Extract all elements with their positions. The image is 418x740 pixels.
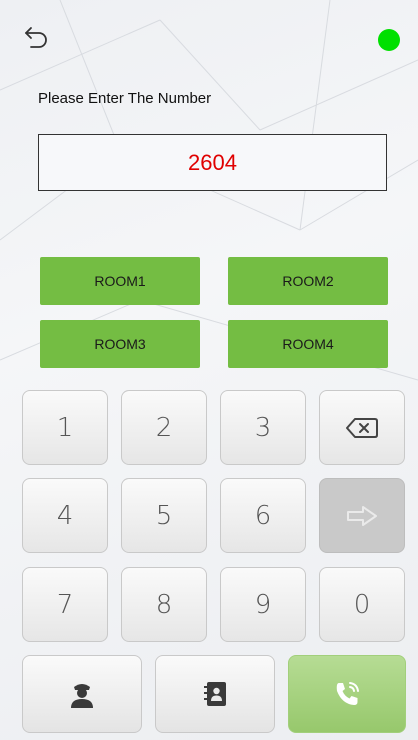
call-button[interactable] — [288, 655, 406, 733]
contacts-book-icon — [204, 682, 226, 706]
number-value: 2604 — [188, 149, 237, 175]
enter-key[interactable] — [319, 478, 405, 553]
key-5[interactable]: 5 — [121, 478, 207, 553]
room3-button[interactable]: ROOM3 — [40, 320, 200, 368]
key-4[interactable]: 4 — [22, 478, 108, 553]
arrow-right-icon — [347, 505, 377, 526]
key-2[interactable]: 2 — [121, 390, 207, 465]
backspace-key[interactable] — [319, 390, 405, 465]
key-9[interactable]: 9 — [220, 567, 306, 642]
key-1[interactable]: 1 — [22, 390, 108, 465]
back-arrow-icon[interactable] — [22, 24, 52, 50]
intercom-screen: Please Enter The Number 2604 ROOM1 ROOM2… — [0, 0, 418, 740]
room2-button[interactable]: ROOM2 — [228, 257, 388, 305]
prompt-label: Please Enter The Number — [38, 90, 212, 107]
backspace-icon — [346, 417, 378, 438]
room1-button[interactable]: ROOM1 — [40, 257, 200, 305]
call-security-button[interactable] — [22, 655, 142, 733]
key-7[interactable]: 7 — [22, 567, 108, 642]
key-0[interactable]: 0 — [319, 567, 405, 642]
status-indicator — [378, 29, 400, 51]
phone-call-icon — [336, 682, 359, 705]
security-guard-icon — [71, 684, 93, 708]
key-6[interactable]: 6 — [220, 478, 306, 553]
room4-button[interactable]: ROOM4 — [228, 320, 388, 368]
key-8[interactable]: 8 — [121, 567, 207, 642]
key-3[interactable]: 3 — [220, 390, 306, 465]
contacts-button[interactable] — [155, 655, 275, 733]
number-display[interactable]: 2604 — [38, 134, 387, 191]
